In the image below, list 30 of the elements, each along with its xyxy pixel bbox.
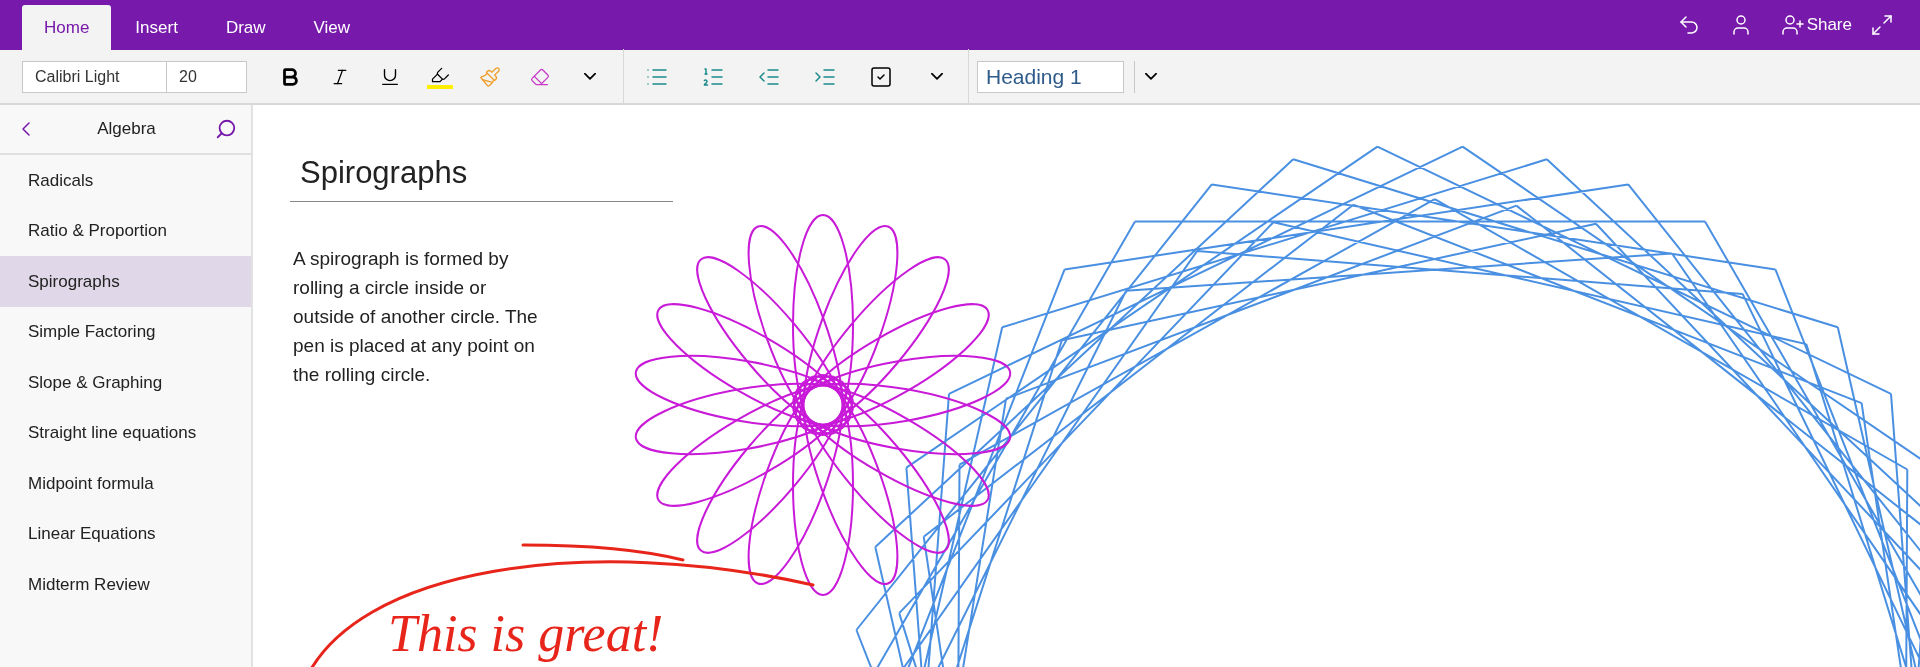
- page-body-text: A spirograph is formed by rolling a circle inside or outside of another circle. The pen is placed at any point on the rolling circle.: [292, 246, 539, 387]
- paintbrush-icon: [479, 65, 501, 88]
- checkbox-icon: [869, 64, 893, 89]
- page-list-item[interactable]: Radicals: [0, 155, 251, 206]
- page-list-item[interactable]: Spirographs: [0, 256, 251, 307]
- section-title: Algebra: [96, 118, 157, 141]
- page-list-item[interactable]: Ratio & Proportion: [0, 205, 251, 256]
- eraser-icon: [530, 66, 550, 87]
- ribbon-tab[interactable]: Insert: [111, 5, 202, 50]
- chevron-down-icon[interactable]: [1145, 73, 1157, 80]
- page-list-item[interactable]: Simple Factoring: [0, 306, 251, 357]
- style-field[interactable]: Heading 1: [977, 60, 1124, 93]
- page-title: Spirographs: [290, 150, 673, 202]
- font-size-field[interactable]: 20: [167, 60, 247, 93]
- person-add-icon: [1780, 13, 1805, 37]
- search-icon[interactable]: [215, 118, 237, 140]
- page-list-item[interactable]: Midpoint formula: [0, 458, 251, 509]
- font-field[interactable]: Calibri Light: [22, 60, 167, 93]
- ribbon-tab[interactable]: View: [289, 5, 375, 50]
- page-list-item[interactable]: Midterm Review: [0, 559, 251, 610]
- page-list-item[interactable]: Linear Equations: [0, 508, 251, 559]
- expand-icon[interactable]: [1870, 13, 1894, 37]
- ribbon-tab[interactable]: Draw: [201, 5, 290, 50]
- share-button[interactable]: Share: [1780, 12, 1852, 38]
- page-list-item[interactable]: Slope & Graphing: [0, 357, 251, 408]
- chevron-down-icon: [584, 73, 596, 80]
- ribbon-tab[interactable]: Home: [22, 5, 112, 50]
- chevron-down-icon: [931, 73, 943, 80]
- handwritten-note: This is great!: [388, 604, 664, 664]
- page-list-item[interactable]: Straight line equations: [0, 407, 251, 458]
